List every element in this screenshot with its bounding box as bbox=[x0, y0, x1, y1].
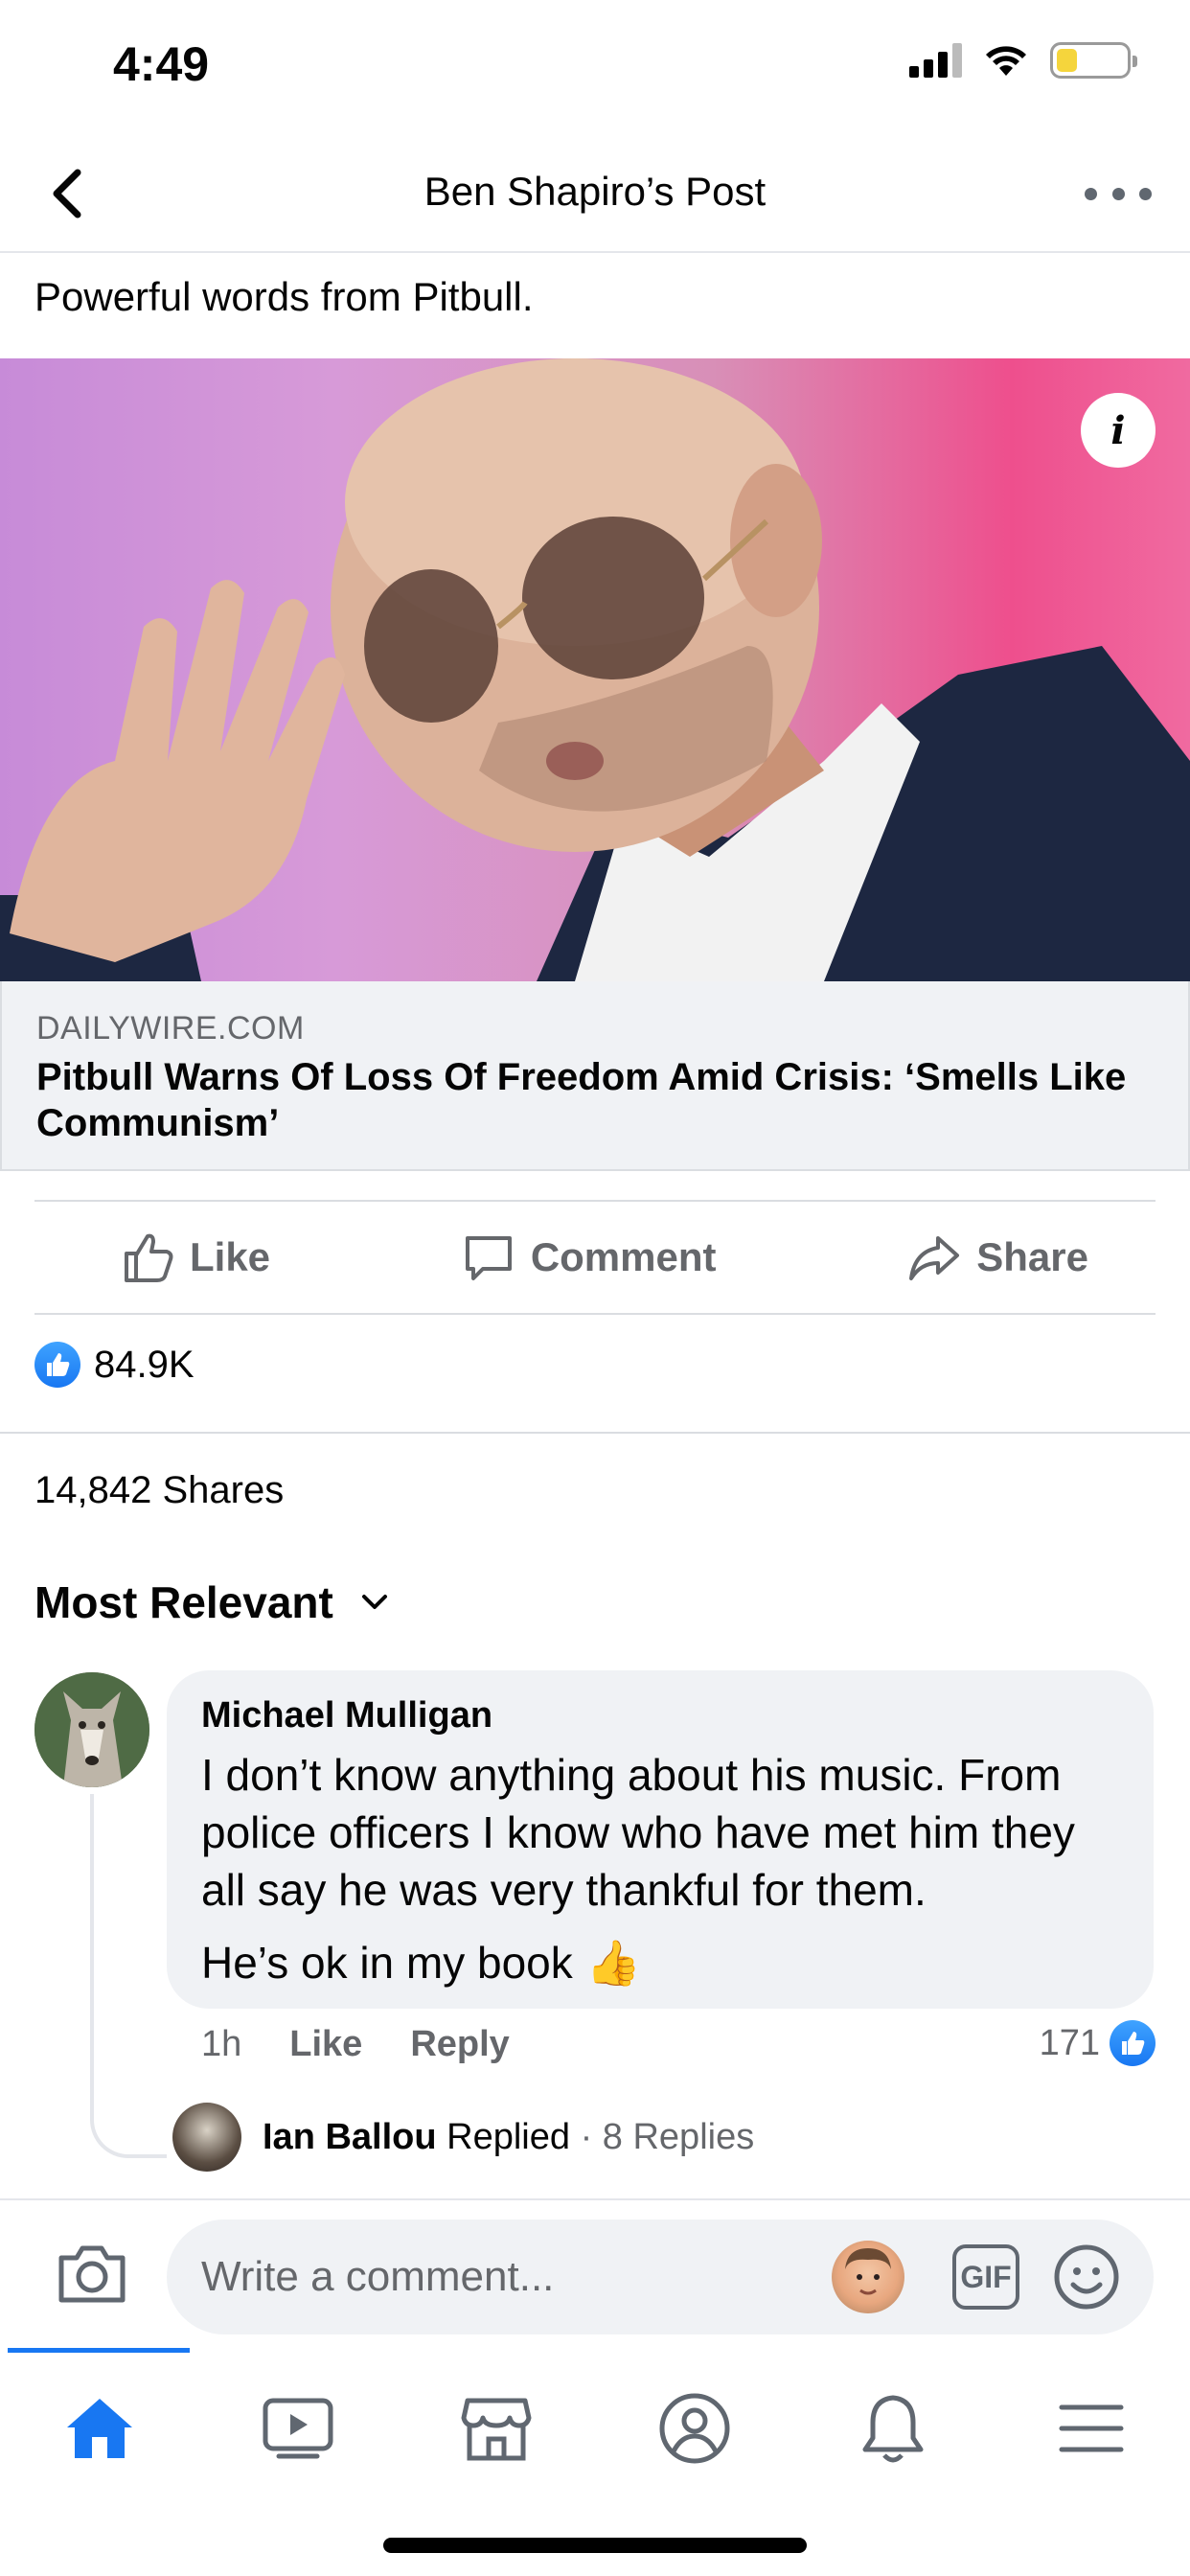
wolf-avatar-image bbox=[34, 1672, 149, 1787]
avatar-icon bbox=[845, 2248, 891, 2295]
cellular-signal-icon bbox=[909, 43, 962, 78]
reaction-count: 84.9K bbox=[94, 1343, 195, 1386]
status-time: 4:49 bbox=[113, 37, 210, 91]
avatar-sticker-button[interactable] bbox=[832, 2241, 904, 2313]
status-bar: 4:49 bbox=[0, 0, 1190, 134]
post-text: Powerful words from Pitbull. bbox=[34, 274, 534, 319]
replies-preview[interactable]: Ian Ballou Replied · 8 Replies bbox=[172, 2103, 754, 2172]
commenter-avatar[interactable] bbox=[34, 1672, 149, 1787]
comment-meta: 1h Like Reply bbox=[201, 2024, 510, 2065]
status-icons bbox=[909, 42, 1137, 79]
pitbull-photo bbox=[0, 358, 1190, 981]
storefront-icon bbox=[461, 2398, 531, 2461]
share-arrow-icon bbox=[909, 1236, 960, 1280]
shares-count[interactable]: 14,842 Shares bbox=[34, 1469, 284, 1512]
smiley-icon bbox=[1054, 2244, 1119, 2310]
ellipsis-icon bbox=[1085, 187, 1097, 200]
battery-icon bbox=[1050, 42, 1137, 79]
thread-line bbox=[90, 1794, 167, 2158]
link-preview-box[interactable]: DAILYWIRE.COM Pitbull Warns Of Loss Of F… bbox=[0, 981, 1190, 1171]
comment-like-button[interactable]: Like bbox=[289, 2024, 362, 2065]
comment-composer: GIF bbox=[0, 2198, 1190, 2348]
tab-menu[interactable] bbox=[1043, 2380, 1139, 2476]
comment-reply-button[interactable]: Reply bbox=[410, 2024, 509, 2065]
like-reaction-icon bbox=[1110, 2020, 1156, 2066]
post-actions: Like Comment Share bbox=[34, 1200, 1156, 1315]
comment-likes-count: 171 bbox=[1039, 2022, 1100, 2063]
comment-bubble[interactable]: Michael Mulligan I don’t know anything a… bbox=[167, 1670, 1154, 2009]
chevron-down-icon bbox=[361, 1595, 387, 1609]
comment-icon bbox=[465, 1236, 512, 1280]
replied-label: Replied bbox=[446, 2116, 571, 2157]
tab-notifications[interactable] bbox=[845, 2380, 941, 2476]
camera-button[interactable] bbox=[56, 2241, 128, 2306]
like-reaction-icon bbox=[34, 1342, 80, 1388]
share-button[interactable]: Share bbox=[907, 1230, 1088, 1284]
more-options-button[interactable] bbox=[1085, 172, 1152, 215]
link-preview-image[interactable]: i bbox=[0, 358, 1190, 981]
home-indicator[interactable] bbox=[383, 2538, 807, 2553]
link-title: Pitbull Warns Of Loss Of Freedom Amid Cr… bbox=[36, 1056, 1127, 1144]
active-tab-indicator bbox=[8, 2348, 190, 2353]
page-title: Ben Shapiro’s Post bbox=[423, 169, 767, 214]
divider bbox=[0, 1432, 1190, 1434]
bell-icon bbox=[862, 2395, 923, 2463]
comment-text: I don’t know anything about his music. F… bbox=[201, 1750, 1075, 1915]
bottom-tab-bar bbox=[0, 2348, 1190, 2576]
reactions-summary[interactable]: 84.9K bbox=[34, 1342, 195, 1388]
like-label: Like bbox=[190, 1234, 271, 1279]
camera-icon bbox=[58, 2245, 126, 2303]
comment-label: Comment bbox=[530, 1234, 717, 1279]
share-label: Share bbox=[976, 1234, 1088, 1279]
sort-label: Most Relevant bbox=[34, 1577, 333, 1627]
link-domain: DAILYWIRE.COM bbox=[36, 1010, 305, 1046]
thumbs-up-icon bbox=[125, 1233, 173, 1282]
gif-button[interactable]: GIF bbox=[952, 2244, 1019, 2310]
wifi-icon bbox=[986, 46, 1026, 76]
tab-marketplace[interactable] bbox=[448, 2380, 544, 2476]
comment-input-wrapper: GIF bbox=[167, 2220, 1154, 2334]
comment-sort-dropdown[interactable]: Most Relevant bbox=[34, 1576, 389, 1628]
comment-text-2: He’s ok in my book 👍 bbox=[201, 1934, 1119, 1991]
info-icon[interactable]: i bbox=[1081, 393, 1156, 468]
tab-home[interactable] bbox=[52, 2380, 148, 2476]
hamburger-menu-icon bbox=[1059, 2404, 1123, 2452]
tab-watch[interactable] bbox=[250, 2380, 346, 2476]
home-icon bbox=[66, 2399, 132, 2458]
comment-time: 1h bbox=[201, 2024, 242, 2064]
replies-count: · 8 Replies bbox=[580, 2116, 755, 2157]
comment-input[interactable] bbox=[201, 2253, 795, 2301]
like-button[interactable]: Like bbox=[121, 1230, 270, 1284]
commenter-name[interactable]: Michael Mulligan bbox=[201, 1695, 1119, 1736]
thumbs-up-emoji: 👍 bbox=[585, 1937, 642, 1989]
replier-name: Ian Ballou bbox=[263, 2116, 437, 2157]
tab-profile[interactable] bbox=[647, 2380, 743, 2476]
emoji-button[interactable] bbox=[1052, 2242, 1121, 2312]
replier-avatar bbox=[172, 2103, 241, 2172]
comment-likes[interactable]: 171 bbox=[1040, 2020, 1156, 2066]
post-header: Ben Shapiro’s Post bbox=[0, 134, 1190, 253]
profile-icon bbox=[659, 2393, 729, 2464]
video-icon bbox=[263, 2398, 332, 2459]
comment-button[interactable]: Comment bbox=[462, 1230, 717, 1284]
